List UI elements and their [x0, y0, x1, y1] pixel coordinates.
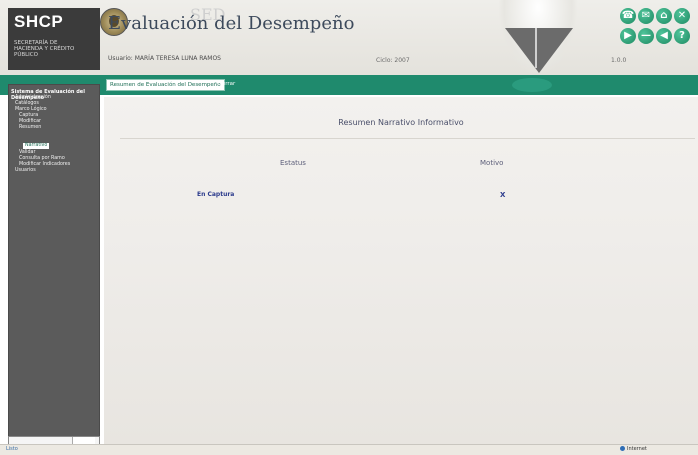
row-estatus-value[interactable]: En Captura — [197, 191, 234, 198]
mail-icon[interactable]: ✉ — [638, 8, 654, 24]
cycle-label: Ciclo: 2007 — [376, 57, 410, 64]
section-divider — [120, 138, 695, 139]
toolbar-icons: ☎ ✉ ⌂ ✕ ▶ — ◀ ? — [620, 8, 692, 44]
funnel-graphic — [505, 28, 573, 73]
funnel-highlight — [535, 28, 537, 68]
browser-status-bar: Listo Internet — [0, 444, 698, 455]
minus-icon[interactable]: — — [638, 28, 654, 44]
user-label: Usuario: MARÍA TERESA LUNA RAMOS — [108, 55, 221, 62]
status-text: Listo — [6, 446, 18, 452]
shcp-logo: SHCP SECRETARÍA DE HACIENDA Y CRÉDITO PÚ… — [8, 8, 100, 70]
home-icon[interactable]: ⌂ — [656, 8, 672, 24]
column-header-motivo: Motivo — [480, 159, 504, 167]
sidebar-item-narrativo[interactable]: Narrativo — [23, 143, 50, 149]
help-icon[interactable]: ? — [674, 28, 690, 44]
section-title: Resumen Narrativo Informativo — [338, 118, 464, 127]
main-content: Resumen Narrativo Informativo Estatus Mo… — [104, 97, 698, 444]
sidebar-item-usuarios[interactable]: Usuarios — [15, 168, 99, 174]
app-header: SHCP SECRETARÍA DE HACIENDA Y CRÉDITO PÚ… — [0, 0, 698, 75]
tabbar-accent — [512, 78, 552, 92]
tab-resumen[interactable]: Resumen de Evaluación del Desempeño — [106, 79, 225, 91]
brand-title: SHCP — [14, 12, 64, 31]
globe-icon — [620, 446, 625, 451]
page-code: 1.0.0 — [611, 57, 627, 64]
tab-bar — [0, 75, 698, 95]
sidebar-menu: Sistema de Evaluación del Desempeño Admi… — [8, 84, 100, 440]
menu-tree: Administración Catálogos Marco Lógico Ca… — [15, 95, 99, 174]
scrollbar-thumb[interactable] — [72, 437, 95, 444]
zone-label: Internet — [627, 446, 647, 452]
row-motivo-value[interactable]: X — [500, 191, 505, 199]
page-title: Evaluación del Desempeño — [108, 13, 355, 34]
selected-wrapper: Narrativo — [15, 131, 99, 150]
status-zone: Internet — [620, 446, 647, 452]
tab-close-link[interactable]: Cerrar — [218, 79, 235, 89]
forward-icon[interactable]: ▶ — [620, 28, 636, 44]
close-icon[interactable]: ✕ — [674, 8, 690, 24]
column-header-estatus: Estatus — [280, 159, 306, 167]
brand-subtitle: SECRETARÍA DE HACIENDA Y CRÉDITO PÚBLICO — [14, 40, 75, 58]
phone-icon[interactable]: ☎ — [620, 8, 636, 24]
back-icon[interactable]: ◀ — [656, 28, 672, 44]
